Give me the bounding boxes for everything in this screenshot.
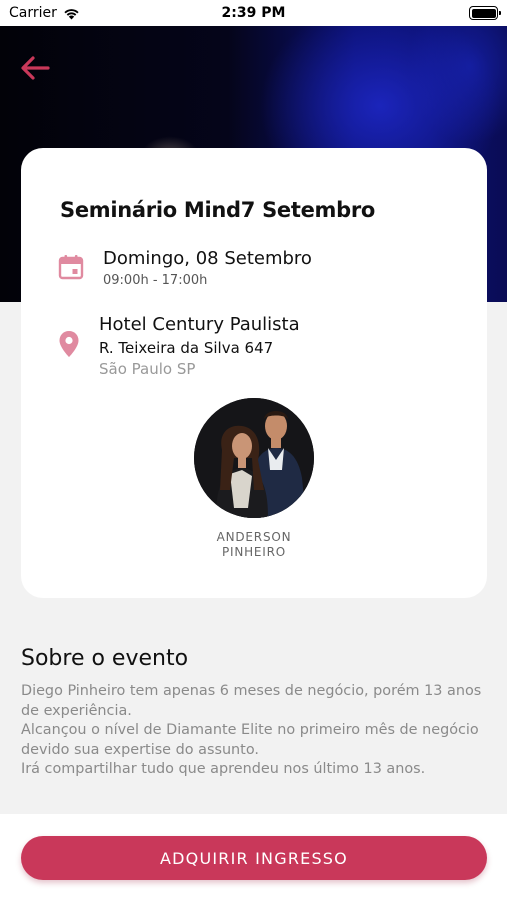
status-time: 2:39 PM <box>221 5 286 21</box>
speaker-photo <box>194 398 314 518</box>
speaker-avatar[interactable] <box>194 398 314 518</box>
buy-ticket-button[interactable]: ADQUIRIR INGRESSO <box>21 836 487 880</box>
bottom-bar: ADQUIRIR INGRESSO <box>0 814 507 900</box>
about-description: Diego Pinheiro tem apenas 6 meses de neg… <box>21 682 491 780</box>
location-city: São Paulo SP <box>99 360 196 378</box>
about-title: Sobre o evento <box>21 646 189 671</box>
location-street: R. Teixeira da Silva 647 <box>99 339 274 357</box>
calendar-icon <box>58 255 84 280</box>
speaker-name: ANDERSON PINHEIRO <box>154 530 354 560</box>
about-paragraph: Diego Pinheiro tem apenas 6 meses de neg… <box>21 683 482 719</box>
about-paragraph: Irá compartilhar tudo que aprendeu nos ú… <box>21 761 426 777</box>
back-arrow-icon <box>21 56 50 80</box>
about-paragraph: Alcançou o nível de Diamante Elite no pr… <box>21 722 479 758</box>
battery-icon <box>469 6 501 20</box>
location-pin-icon <box>59 331 79 357</box>
back-button[interactable] <box>18 52 54 84</box>
speaker-first-name: ANDERSON <box>216 530 292 544</box>
location-name: Hotel Century Paulista <box>99 314 300 335</box>
event-time: 09:00h - 17:00h <box>103 273 208 288</box>
event-card: Seminário Mind7 Setembro Domingo, 08 Set… <box>21 148 487 598</box>
status-bar: Carrier 2:39 PM <box>0 0 507 26</box>
event-title: Seminário Mind7 Setembro <box>60 198 376 222</box>
speaker-last-name: PINHEIRO <box>221 545 287 559</box>
event-date: Domingo, 08 Setembro <box>103 248 312 269</box>
